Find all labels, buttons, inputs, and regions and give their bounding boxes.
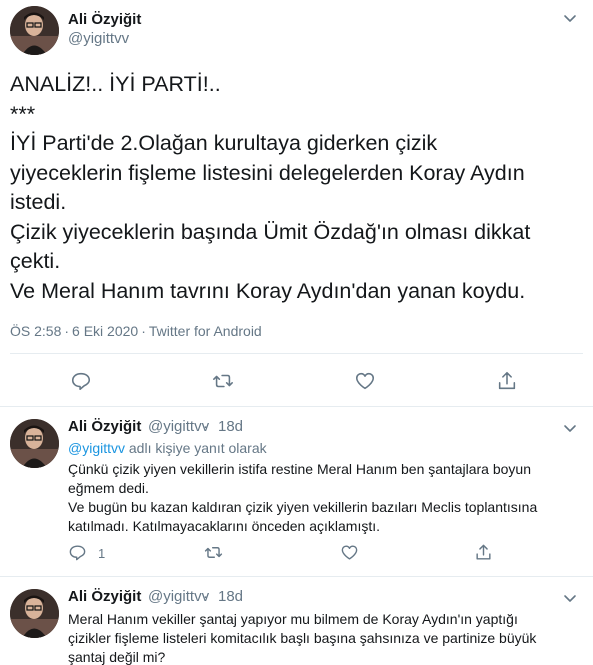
share-icon[interactable] <box>496 370 518 392</box>
tweet-line: şantaj değil mi? <box>68 649 166 665</box>
retweet-icon[interactable] <box>204 543 223 562</box>
tweet-line: çizikler fişleme listeleri komitacılık b… <box>68 630 537 646</box>
author-name[interactable]: Ali Özyiğit <box>68 418 141 435</box>
chevron-down-icon[interactable] <box>561 419 579 437</box>
tweet-line: Meral Hanım vekiller şantaj yapıyor mu b… <box>68 611 518 627</box>
avatar[interactable] <box>10 6 59 55</box>
meta-separator: · <box>64 323 70 339</box>
tweet-line: istedi. <box>10 190 67 214</box>
mention-link[interactable]: @yigittvv <box>68 440 125 456</box>
chevron-down-icon[interactable] <box>561 589 579 607</box>
author-handle[interactable]: @yigittvv <box>68 30 129 47</box>
reply-tweet[interactable]: Ali Özyiğit @yigittvv · 18d @yigittvv ad… <box>0 407 593 577</box>
tweet-line: çekti. <box>10 249 61 273</box>
tweet-meta: ÖS 2:58 · 6 Eki 2020 · Twitter for Android <box>10 323 262 339</box>
author-name[interactable]: Ali Özyiğit <box>68 11 141 28</box>
meta-separator: · <box>203 588 208 605</box>
tweet-line: ANALİZ!.. İYİ PARTİ!.. <box>10 72 221 96</box>
tweet-time[interactable]: ÖS 2:58 <box>10 323 61 339</box>
avatar[interactable] <box>10 589 59 638</box>
tweet-date[interactable]: 6 Eki 2020 <box>72 323 138 339</box>
main-tweet: Ali Özyiğit @yigittvv ANALİZ!.. İYİ PART… <box>0 0 593 407</box>
tweet-line: *** <box>10 101 36 126</box>
reply-icon[interactable] <box>68 543 87 562</box>
reply-icon[interactable] <box>70 370 92 392</box>
avatar[interactable] <box>10 419 59 468</box>
replying-to: @yigittvv adlı kişiye yanıt olarak <box>68 440 267 456</box>
tweet-text: Çünkü çizik yiyen vekillerin istifa rest… <box>68 460 568 536</box>
tweet-line: katılmadı. Katılmayacaklarını önceden aç… <box>68 518 381 534</box>
tweet-time[interactable]: 18d <box>218 588 243 605</box>
like-icon[interactable] <box>354 370 376 392</box>
reply-count: 1 <box>98 546 106 561</box>
author-handle[interactable]: @yigittvv <box>148 418 209 435</box>
chevron-down-icon[interactable] <box>561 9 579 27</box>
author-handle[interactable]: @yigittvv <box>148 588 209 605</box>
tweet-line: Ve bugün bu kazan kaldıran çizik yiyen v… <box>68 499 538 515</box>
meta-separator: · <box>203 418 208 435</box>
share-icon[interactable] <box>474 543 493 562</box>
tweet-line: Çizik yiyeceklerin başında Ümit Özdağ'ın… <box>10 219 531 244</box>
replying-to-label: adlı kişiye yanıt olarak <box>125 440 267 456</box>
meta-separator: · <box>141 323 146 339</box>
author-name[interactable]: Ali Özyiğit <box>68 588 141 605</box>
tweet-line: Çünkü çizik yiyen vekillerin istifa rest… <box>68 461 531 477</box>
tweet-text: ANALİZ!.. İYİ PARTİ!.. *** İYİ Parti'de … <box>10 70 580 306</box>
tweet-text: Meral Hanım vekiller şantaj yapıyor mu b… <box>68 610 568 665</box>
retweet-icon[interactable] <box>212 370 234 392</box>
like-icon[interactable] <box>340 543 359 562</box>
tweet-line: yiyeceklerin fişleme listesini delegeler… <box>10 160 525 185</box>
reply-tweet[interactable]: Ali Özyiğit @yigittvv · 18d Meral Hanım … <box>0 577 593 665</box>
tweet-line: eğmem dedi. <box>68 480 149 496</box>
tweet-time[interactable]: 18d <box>218 418 243 435</box>
tweet-source[interactable]: Twitter for Android <box>149 323 262 339</box>
tweet-line: Ve Meral Hanım tavrını Koray Aydın'dan y… <box>10 278 526 303</box>
tweet-line: İYİ Parti'de 2.Olağan kurultaya giderken… <box>10 131 438 155</box>
divider <box>10 353 583 354</box>
